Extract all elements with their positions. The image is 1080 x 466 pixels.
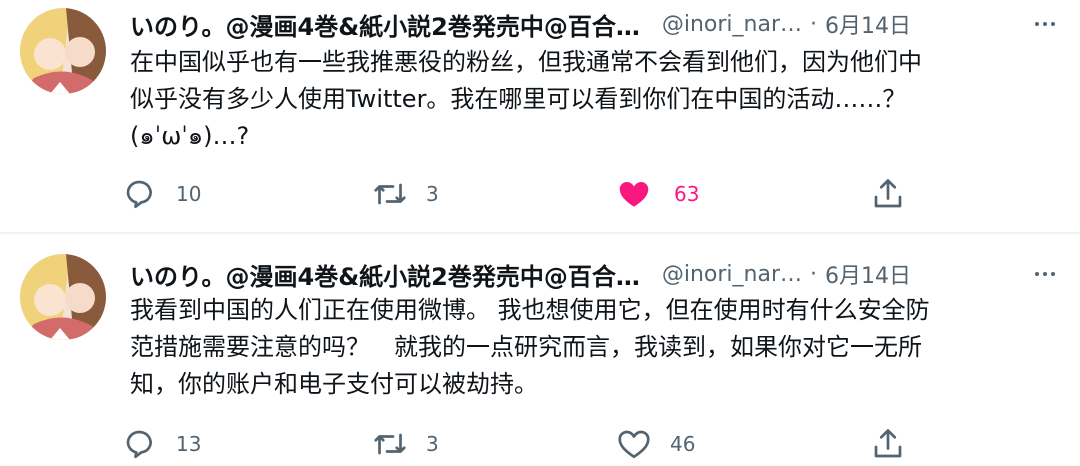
avatar[interactable] bbox=[20, 8, 106, 94]
tweet-date[interactable]: 6月14日 bbox=[825, 258, 911, 290]
share-button[interactable] bbox=[870, 174, 906, 214]
retweet-count: 3 bbox=[426, 182, 439, 206]
share-upload-icon bbox=[874, 429, 902, 458]
avatar[interactable] bbox=[20, 254, 106, 340]
tweet-header: いのり。@漫画4巻&紙小説2巻発売中@百合… @inori_nar… · 6月1… bbox=[130, 256, 1060, 292]
more-dots-icon[interactable] bbox=[1030, 14, 1060, 34]
tweet-feed: いのり。@漫画4巻&紙小説2巻発売中@百合… @inori_nar… · 6月1… bbox=[0, 0, 1080, 466]
tweet-text-line: 我看到中国的人们正在使用微博。 我也想使用它，但在使用时有什么安全防 bbox=[130, 296, 930, 324]
user-handle[interactable]: @inori_nar… bbox=[662, 12, 802, 37]
share-upload-icon bbox=[874, 179, 902, 208]
speech-bubble-icon bbox=[126, 430, 152, 459]
tweet-text: 我看到中国的人们正在使用微博。 我也想使用它，但在使用时有什么安全防 范措施需要… bbox=[130, 292, 1050, 403]
reply-count: 10 bbox=[176, 182, 202, 206]
reply-button[interactable]: 10 bbox=[122, 174, 201, 214]
like-button[interactable]: 63 bbox=[616, 174, 699, 214]
heart-icon bbox=[618, 430, 650, 459]
tweet[interactable]: いのり。@漫画4巻&紙小説2巻発売中@百合… @inori_nar… · 6月1… bbox=[0, 0, 1080, 232]
tweet-header: いのり。@漫画4巻&紙小説2巻発売中@百合… @inori_nar… · 6月1… bbox=[130, 6, 1060, 42]
retweet-arrows-icon bbox=[374, 183, 406, 205]
tweet[interactable]: いのり。@漫画4巻&紙小説2巻発売中@百合… @inori_nar… · 6月1… bbox=[0, 234, 1080, 466]
display-name[interactable]: いのり。@漫画4巻&紙小説2巻発売中@百合… bbox=[130, 257, 640, 292]
more-dots-icon[interactable] bbox=[1030, 264, 1060, 284]
retweet-button[interactable]: 3 bbox=[372, 424, 439, 464]
separator-dot: · bbox=[810, 261, 818, 287]
tweet-text: 在中国似乎也有一些我推悪役的粉丝，但我通常不会看到他们，因为他们中 似乎没有多少… bbox=[130, 44, 1050, 155]
like-count: 63 bbox=[674, 182, 700, 206]
tweet-text-line: 范措施需要注意的吗？ 就我的一点研究而言，我读到，如果你对它一无所 bbox=[130, 333, 922, 361]
avatar-illustration bbox=[20, 8, 106, 94]
tweet-text-line: 知，你的账户和电子支付可以被劫持。 bbox=[130, 370, 538, 398]
tweet-text-line: 似乎没有多少人使用Twitter。我在哪里可以看到你们在中国的活动……？ bbox=[130, 85, 907, 113]
separator-dot: · bbox=[810, 11, 818, 37]
tweet-actions: 13 3 46 bbox=[122, 424, 922, 464]
user-handle[interactable]: @inori_nar… bbox=[662, 262, 802, 287]
tweet-text-line: (๑ˈωˈ๑)…? bbox=[130, 122, 250, 150]
share-button[interactable] bbox=[870, 424, 906, 464]
tweet-actions: 10 3 63 bbox=[122, 174, 922, 214]
tweet-date[interactable]: 6月14日 bbox=[825, 8, 911, 40]
retweet-button[interactable]: 3 bbox=[372, 174, 439, 214]
like-count: 46 bbox=[670, 432, 696, 456]
retweet-count: 3 bbox=[426, 432, 439, 456]
avatar-illustration bbox=[20, 254, 106, 340]
reply-button[interactable]: 13 bbox=[122, 424, 201, 464]
tweet-text-line: 在中国似乎也有一些我推悪役的粉丝，但我通常不会看到他们，因为他们中 bbox=[130, 48, 922, 76]
heart-icon bbox=[619, 182, 649, 207]
retweet-arrows-icon bbox=[374, 433, 406, 455]
reply-count: 13 bbox=[176, 432, 202, 456]
like-button[interactable]: 46 bbox=[616, 424, 695, 464]
speech-bubble-icon bbox=[126, 180, 152, 209]
display-name[interactable]: いのり。@漫画4巻&紙小説2巻発売中@百合… bbox=[130, 7, 640, 42]
